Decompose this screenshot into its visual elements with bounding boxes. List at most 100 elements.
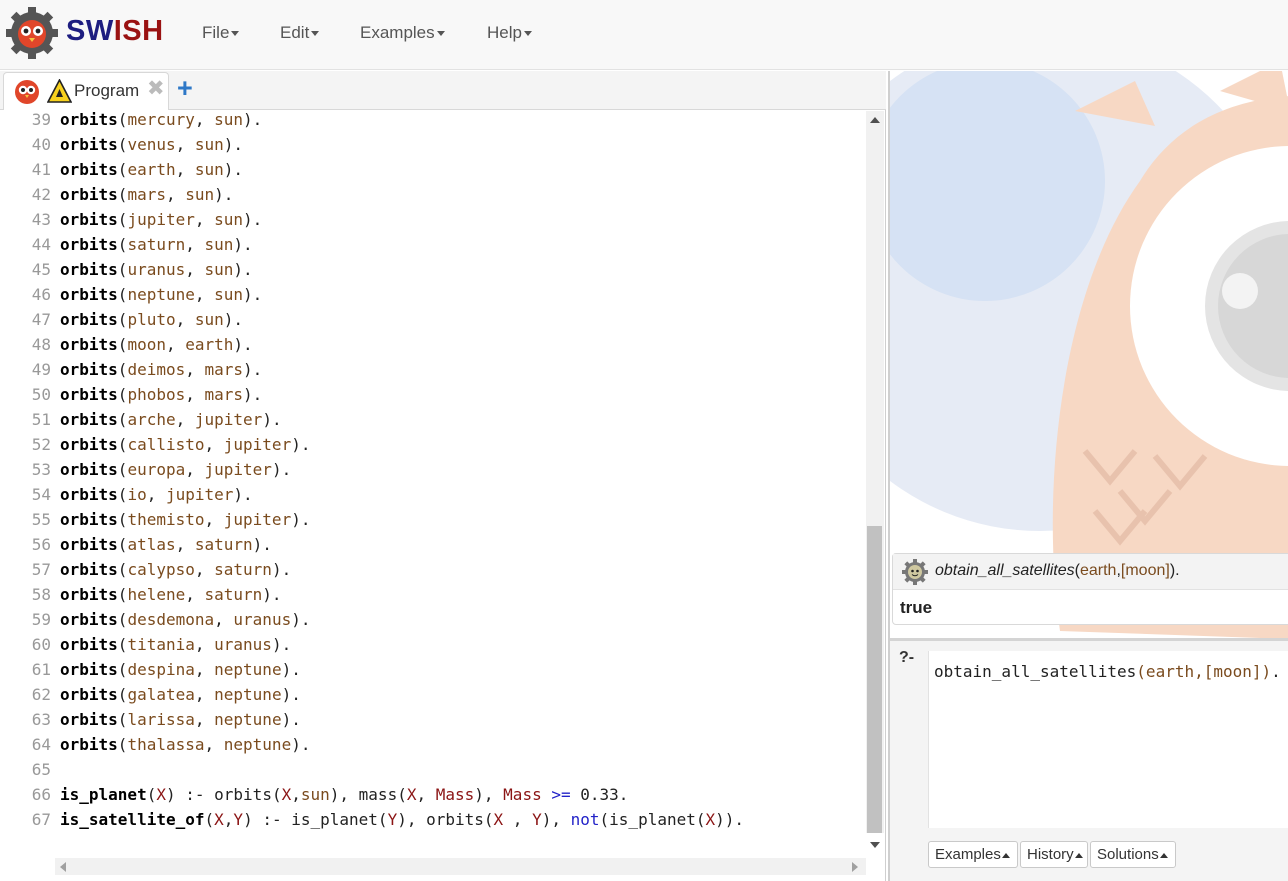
add-tab-icon[interactable]: +	[177, 74, 193, 102]
code-line[interactable]: 47 orbits(pluto, sun).	[0, 307, 866, 332]
code-token: ).	[291, 510, 311, 529]
code-line[interactable]: 49 orbits(deimos, mars).	[0, 357, 866, 382]
code-token: sun	[204, 235, 234, 254]
menu-edit-label: Edit	[280, 23, 310, 42]
code-token: ).	[252, 535, 272, 554]
code-line[interactable]: 53 orbits(europa, jupiter).	[0, 457, 866, 482]
code-line[interactable]: 52 orbits(callisto, jupiter).	[0, 432, 866, 457]
code-line[interactable]: 45 orbits(uranus, sun).	[0, 257, 866, 282]
code-token: ).	[214, 185, 234, 204]
code-line[interactable]: 60 orbits(titania, uranus).	[0, 632, 866, 657]
top-navbar: SWISH File Edit Examples Help	[0, 0, 1288, 70]
code-token: ).	[243, 210, 263, 229]
history-button[interactable]: History	[1020, 841, 1088, 868]
code-editor[interactable]: 39 orbits(mercury, sun). 40 orbits(venus, s…	[0, 111, 866, 833]
code-token: phobos	[127, 385, 186, 404]
code-token: earth	[127, 160, 176, 179]
editor-horizontal-scrollbar[interactable]	[55, 858, 866, 875]
code-token: ).	[223, 310, 244, 329]
menu-examples[interactable]: Examples	[360, 23, 445, 43]
code-token: 0.33.	[570, 785, 629, 804]
code-token: earth	[185, 335, 234, 354]
code-token: ),	[474, 785, 504, 804]
code-token: orbits	[60, 135, 118, 154]
query-input[interactable]: obtain_all_satellites(earth,[moon]).	[928, 651, 1288, 828]
code-line[interactable]: 40 orbits(venus, sun).	[0, 132, 866, 157]
menu-examples-label: Examples	[360, 23, 435, 42]
code-token: neptune	[214, 685, 282, 704]
code-token: orbits	[60, 585, 118, 604]
code-line[interactable]: 64 orbits(thalassa, neptune).	[0, 732, 866, 757]
scroll-down-icon[interactable]	[870, 842, 880, 848]
code-token: jupiter	[223, 510, 292, 529]
scroll-thumb[interactable]	[867, 526, 882, 833]
solutions-button[interactable]: Solutions	[1090, 841, 1176, 868]
code-line[interactable]: 43 orbits(jupiter, sun).	[0, 207, 866, 232]
code-line[interactable]: 67 is_satellite_of(X,Y) :- is_planet(Y), …	[0, 807, 866, 832]
code-text: orbits(atlas, saturn).	[60, 532, 272, 557]
code-line[interactable]: 61 orbits(despina, neptune).	[0, 657, 866, 682]
code-token: ,	[223, 810, 234, 829]
code-line[interactable]: 41 orbits(earth, sun).	[0, 157, 866, 182]
examples-button[interactable]: Examples	[928, 841, 1018, 868]
code-line[interactable]: 39 orbits(mercury, sun).	[0, 111, 866, 132]
code-token: ) :- orbits(	[165, 785, 282, 804]
menu-help[interactable]: Help	[487, 23, 532, 43]
code-line[interactable]: 58 orbits(helene, saturn).	[0, 582, 866, 607]
code-line[interactable]: 48 orbits(moon, earth).	[0, 332, 866, 357]
code-token: europa	[127, 460, 186, 479]
code-text: orbits(pluto, sun).	[60, 307, 243, 332]
code-line[interactable]: 42 orbits(mars, sun).	[0, 182, 866, 207]
code-token: ,	[175, 410, 195, 429]
code-token: ,	[204, 510, 224, 529]
scroll-right-icon[interactable]	[852, 862, 858, 872]
swish-logo-icon[interactable]	[6, 7, 58, 59]
code-line[interactable]: 44 orbits(saturn, sun).	[0, 232, 866, 257]
code-token: ,	[214, 610, 234, 629]
code-token: ,	[185, 260, 205, 279]
code-line[interactable]: 62 orbits(galatea, neptune).	[0, 682, 866, 707]
code-line[interactable]: 55 orbits(themisto, jupiter).	[0, 507, 866, 532]
code-token: ).	[291, 735, 311, 754]
code-token: (	[117, 685, 128, 704]
code-line[interactable]: 59 orbits(desdemona, uranus).	[0, 607, 866, 632]
menu-edit[interactable]: Edit	[280, 23, 320, 43]
code-token: saturn	[194, 535, 253, 554]
editor-vertical-scrollbar[interactable]	[866, 111, 884, 848]
close-icon[interactable]: ✖	[147, 76, 165, 101]
tab-program[interactable]: Program ✖	[3, 72, 169, 110]
code-token: venus	[127, 135, 176, 154]
code-token: saturn	[127, 235, 186, 254]
line-number: 59	[31, 610, 51, 629]
code-token: orbits	[60, 160, 118, 179]
code-line[interactable]: 56 orbits(atlas, saturn).	[0, 532, 866, 557]
code-line[interactable]: 57 orbits(calypso, saturn).	[0, 557, 866, 582]
caret-down-icon	[523, 31, 532, 37]
brand-title[interactable]: SWISH	[66, 15, 164, 48]
code-line[interactable]: 54 orbits(io, jupiter).	[0, 482, 866, 507]
code-token: orbits	[60, 285, 118, 304]
line-number: 44	[31, 235, 51, 254]
code-line[interactable]: 46 orbits(neptune, sun).	[0, 282, 866, 307]
code-line[interactable]: 63 orbits(larissa, neptune).	[0, 707, 866, 732]
code-text: orbits(io, jupiter).	[60, 482, 253, 507]
scroll-up-icon[interactable]	[870, 117, 880, 123]
code-line[interactable]: 51 orbits(arche, jupiter).	[0, 407, 866, 432]
code-token: orbits	[60, 485, 118, 504]
answer-header[interactable]: obtain_all_satellites(earth,[moon]).	[893, 554, 1288, 590]
code-line[interactable]: 68 obtain_all_satellites(Planet , L) :- f…	[0, 832, 866, 833]
code-token: (	[117, 185, 128, 204]
code-token: (	[117, 235, 128, 254]
code-line[interactable]: 50 orbits(phobos, mars).	[0, 382, 866, 407]
code-token: ).	[271, 635, 292, 654]
code-line[interactable]: 66 is_planet(X) :- orbits(X,sun), mass(X,…	[0, 782, 866, 807]
code-token: jupiter	[204, 460, 272, 479]
code-token: ,	[194, 685, 215, 704]
query-text: obtain_all_satellites(earth,[moon]).	[934, 662, 1281, 681]
code-line[interactable]: 65	[0, 757, 866, 782]
scroll-left-icon[interactable]	[60, 862, 66, 872]
code-token: sun	[204, 260, 234, 279]
code-token: ,	[204, 435, 224, 454]
menu-file[interactable]: File	[202, 23, 240, 43]
code-token: jupiter	[223, 435, 292, 454]
